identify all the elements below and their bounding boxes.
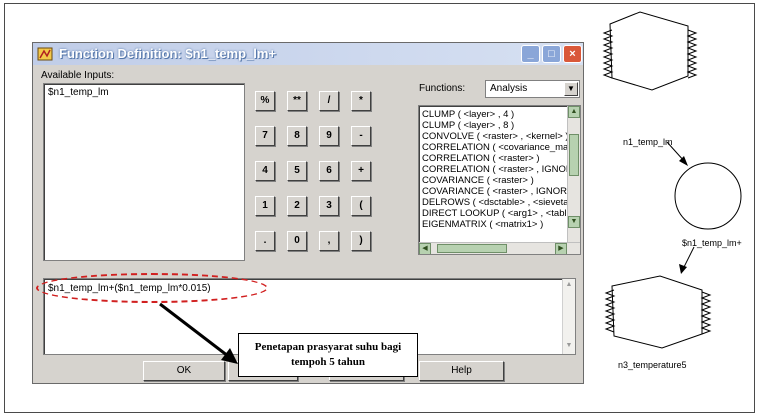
function-node-icon xyxy=(674,162,742,230)
connector-line xyxy=(683,246,695,268)
input-raster-icon xyxy=(602,11,698,91)
output-raster-label: n3_temperature5 xyxy=(618,360,687,370)
output-raster-icon xyxy=(604,275,712,349)
input-raster-label: n1_temp_lm xyxy=(623,137,673,147)
arrow-head xyxy=(679,264,687,274)
model-diagram xyxy=(602,11,742,349)
function-node-label: $n1_temp_lm+ xyxy=(682,238,742,248)
